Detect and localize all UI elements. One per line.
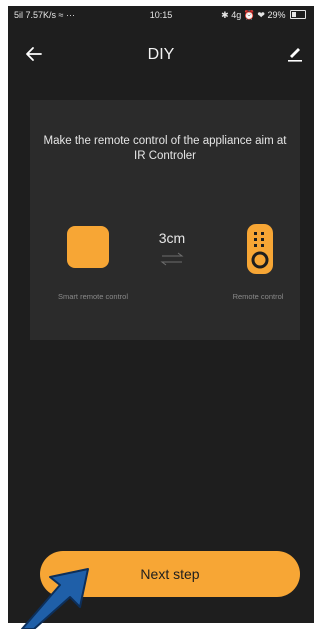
swap-arrows-icon (160, 252, 184, 266)
app-screen: 5il 7.57K/s ≈ ··· 10:15 ✱ 4g ⏰ ❤ 29% DIY… (8, 6, 314, 623)
remote-control-icon (247, 224, 273, 274)
page-title: DIY (147, 46, 175, 63)
instruction-card: Make the remote control of the appliance… (30, 100, 300, 340)
top-bar: DIY (8, 36, 314, 72)
smart-remote-icon (67, 226, 109, 268)
system-status-text: ✱ 4g ⏰ ❤ 29% (221, 10, 286, 20)
edit-button[interactable] (284, 42, 306, 64)
instruction-text: Make the remote control of the appliance… (43, 135, 287, 162)
pencil-icon (288, 48, 302, 62)
system-status: ✱ 4g ⏰ ❤ 29% (221, 10, 306, 21)
remote-control-label: Remote control (232, 292, 284, 301)
smart-remote-label: Smart remote control (57, 292, 129, 301)
battery-icon (290, 10, 306, 19)
next-step-button[interactable]: Next step (40, 551, 300, 597)
status-bar: 5il 7.57K/s ≈ ··· 10:15 ✱ 4g ⏰ ❤ 29% (8, 6, 314, 24)
distance-label: 3cm (158, 230, 186, 246)
